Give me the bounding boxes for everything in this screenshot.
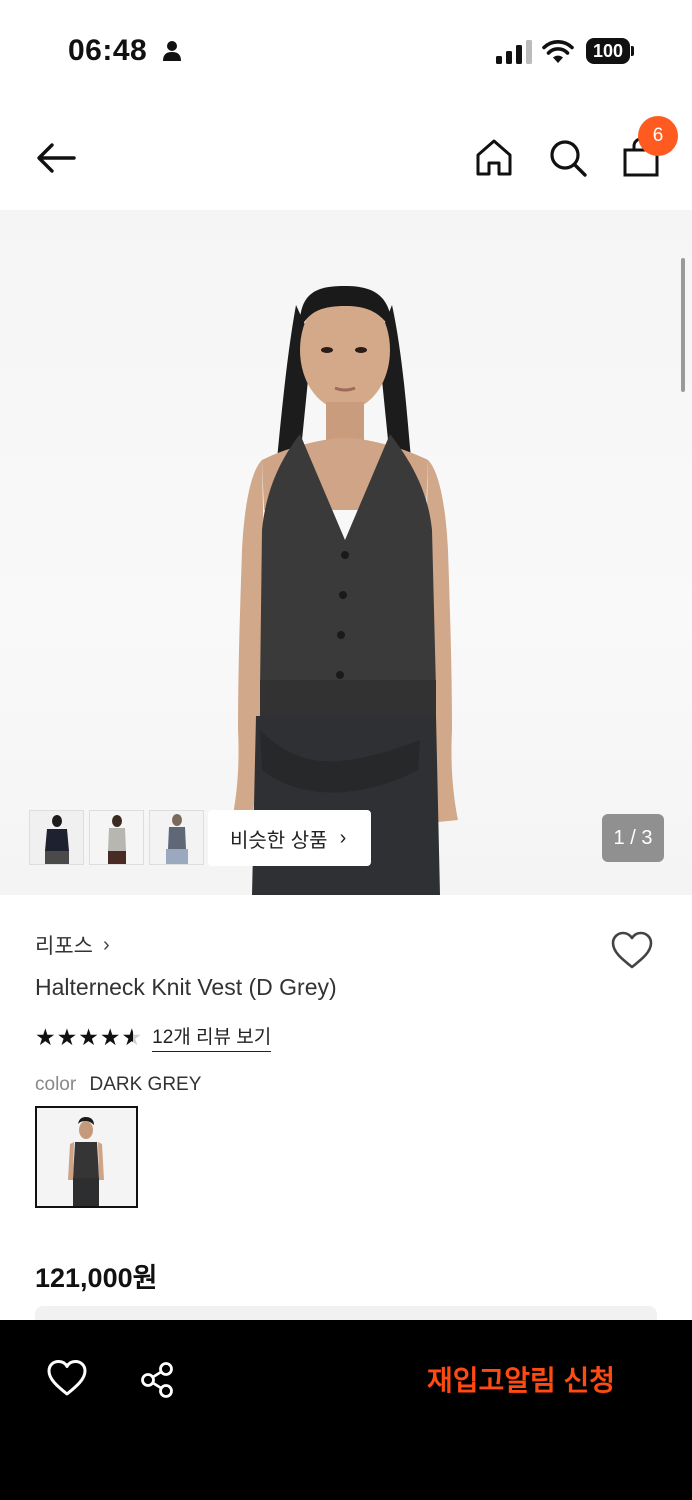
wifi-icon (542, 40, 574, 63)
share-icon[interactable] (138, 1360, 178, 1400)
star-icon: ★ (35, 1024, 56, 1050)
gallery-thumbnail[interactable] (149, 810, 204, 865)
similar-products-label: 비슷한 상품 (230, 829, 328, 852)
person-icon (163, 41, 181, 61)
chevron-right-icon: › (102, 933, 110, 956)
battery-icon: 100 (586, 38, 634, 64)
gallery-thumbnail[interactable] (89, 810, 144, 865)
page-indicator: 1 / 3 (602, 814, 664, 862)
search-icon[interactable] (546, 136, 590, 180)
half-star-icon: ★ ★ (121, 1024, 143, 1050)
product-name: Halterneck Knit Vest (D Grey) (35, 974, 337, 1000)
star-icon: ★ (56, 1024, 78, 1050)
signal-icon (496, 40, 532, 64)
product-image-gallery[interactable] (0, 210, 692, 895)
scroll-indicator[interactable] (681, 258, 685, 392)
star-rating: ★ ★ ★ ★ ★ ★ (35, 1024, 142, 1050)
gallery-thumbnail[interactable] (29, 810, 84, 865)
battery-level: 100 (586, 38, 630, 64)
status-time: 06:48 (68, 34, 148, 67)
bottom-action-bar (0, 1320, 692, 1500)
color-option-swatch[interactable] (35, 1106, 138, 1208)
back-arrow-icon[interactable] (34, 136, 78, 180)
status-bar: 06:48 100 (0, 0, 692, 100)
color-label: color (35, 1074, 77, 1095)
chevron-right-icon: › (339, 826, 347, 849)
color-row: color DARK GREY (35, 1074, 201, 1096)
product-model-photo (232, 286, 458, 895)
brand-link[interactable]: 리포스 › (35, 930, 110, 960)
cart-count-badge[interactable]: 6 (638, 116, 678, 156)
similar-products-button[interactable]: 비슷한 상품 › (208, 810, 371, 866)
top-nav (0, 110, 692, 210)
brand-name: 리포스 (35, 935, 93, 958)
restock-alert-button[interactable]: 재입고알림 신청 (404, 1356, 638, 1406)
heart-icon[interactable] (610, 930, 654, 970)
product-price: 121,000원 (35, 1263, 158, 1293)
heart-icon[interactable] (46, 1358, 88, 1398)
home-icon[interactable] (472, 136, 516, 180)
color-value: DARK GREY (89, 1074, 202, 1095)
star-icon: ★ (99, 1024, 121, 1050)
review-link[interactable]: 12개 리뷰 보기 (152, 1022, 272, 1052)
star-icon: ★ (78, 1024, 99, 1050)
rating-row: ★ ★ ★ ★ ★ ★ 12개 리뷰 보기 (35, 1022, 272, 1052)
